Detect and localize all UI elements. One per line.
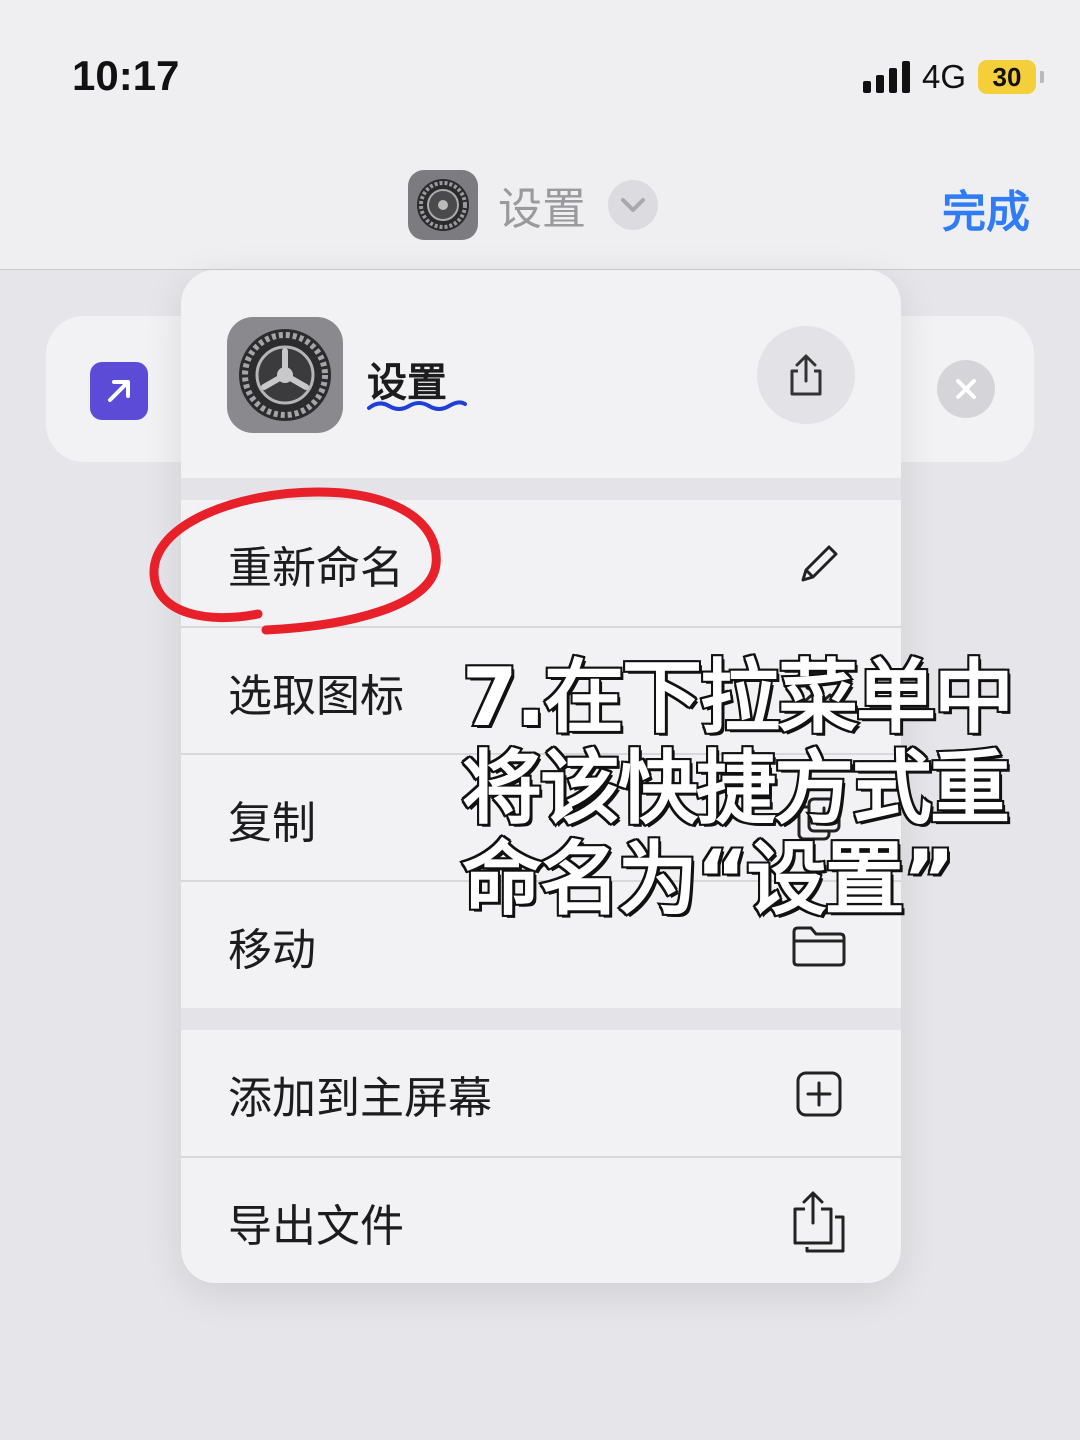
menu-item-label: 复制 xyxy=(228,797,316,849)
menu-item-label: 添加到主屏幕 xyxy=(228,1072,492,1124)
status-icons: 4G 30 xyxy=(862,58,1044,96)
menu-separator xyxy=(181,1008,901,1030)
menu-header: 设置 xyxy=(181,270,901,478)
done-button[interactable]: 完成 xyxy=(942,176,1030,240)
plus-square-icon xyxy=(789,1064,849,1124)
menu-item-label: 导出文件 xyxy=(228,1200,404,1252)
settings-app-icon xyxy=(227,317,343,433)
network-type: 4G xyxy=(921,58,966,95)
cellular-signal-icon xyxy=(862,61,910,93)
shortcut-title-button[interactable]: 设置 xyxy=(408,170,658,240)
menu-item-add-to-home-screen[interactable]: 添加到主屏幕 xyxy=(181,1030,901,1157)
share-button[interactable] xyxy=(757,326,855,424)
battery-nub xyxy=(1040,71,1044,83)
menu-item-label: 选取图标 xyxy=(228,670,404,722)
underline-annotation xyxy=(367,400,467,411)
menu-item-label: 移动 xyxy=(228,924,316,976)
chevron-down-icon[interactable] xyxy=(608,180,658,230)
export-icon xyxy=(789,1191,849,1252)
pencil-icon xyxy=(789,534,849,594)
red-circle-annotation xyxy=(149,487,441,635)
share-icon xyxy=(790,354,822,396)
settings-app-icon xyxy=(408,170,478,240)
tutorial-caption: 7.在下拉菜单中 将该快捷方式重 命名为“设置” xyxy=(460,650,1016,927)
battery-icon: 30 xyxy=(978,60,1036,94)
shortcut-title: 设置 xyxy=(498,184,586,235)
status-time: 10:17 xyxy=(72,52,180,99)
menu-item-export-file[interactable]: 导出文件 xyxy=(181,1158,901,1283)
open-url-arrow-icon xyxy=(90,362,148,420)
navigation-area: 10:17 4G 30 设置 完成 xyxy=(0,0,1080,270)
close-icon[interactable] xyxy=(937,360,995,418)
